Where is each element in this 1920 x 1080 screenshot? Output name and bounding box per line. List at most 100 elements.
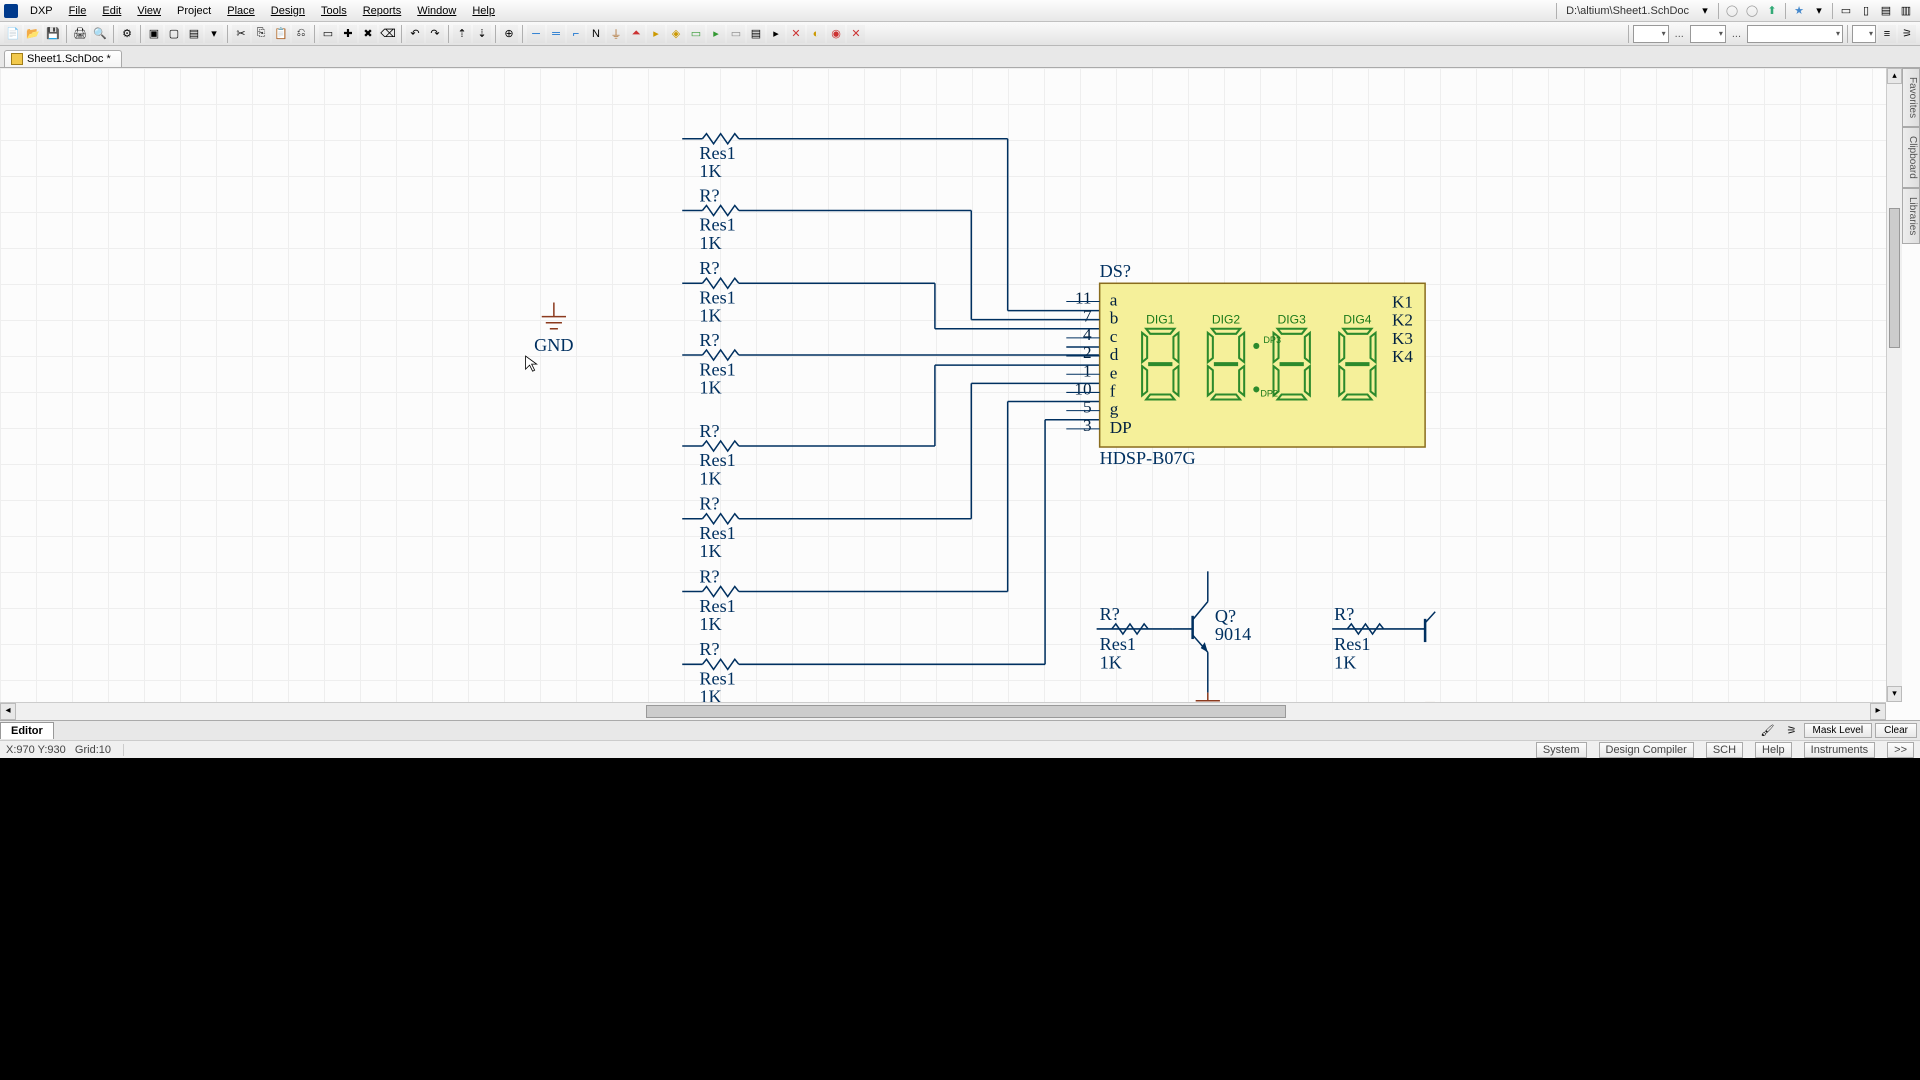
zoom-window-icon[interactable]: ▣ [145,25,163,43]
place-bus-icon[interactable]: ═ [547,25,565,43]
vertical-scrollbar[interactable]: ▴ ▾ [1886,68,1902,702]
hierarchy-down-icon[interactable]: ⇣ [473,25,491,43]
place-vcc-icon[interactable]: ⏶ [627,25,645,43]
place-noerc-icon[interactable]: ✕ [787,25,805,43]
wire-route-4[interactable] [971,383,1099,518]
transistor-q[interactable]: Q? 9014 [1172,571,1251,692]
undo-icon[interactable]: ↶ [406,25,424,43]
clear-button[interactable]: Clear [1875,723,1917,738]
layout-3-icon[interactable]: ▤ [1877,3,1895,19]
place-stop-icon[interactable]: ◉ [827,25,845,43]
menu-view[interactable]: View [129,3,169,19]
menu-reports[interactable]: Reports [355,3,410,19]
place-device-icon[interactable]: ▭ [727,25,745,43]
open-icon[interactable]: 📂 [24,25,42,43]
zoom-fit-icon[interactable]: ▢ [165,25,183,43]
browse-2-button[interactable]: ... [1728,28,1745,40]
tab-sheet1[interactable]: Sheet1.SchDoc * [4,50,122,67]
menu-tools[interactable]: Tools [313,3,355,19]
browse-1-button[interactable]: ... [1671,28,1688,40]
paste-icon[interactable]: 📋 [272,25,290,43]
zoom-select-icon[interactable]: ▤ [185,25,203,43]
menu-edit[interactable]: Edit [94,3,129,19]
gnd-symbol-floating[interactable]: GND [534,302,573,355]
resistor-base-2[interactable]: R? Res1 1K [1332,604,1435,673]
schematic-canvas[interactable]: GND Res11KR?Res11KR?Res11KR?Res11KR?Res1… [0,68,1920,720]
filter-icon-2[interactable]: ⚞ [1782,723,1802,739]
panel-tab-favorites[interactable]: Favorites [1902,68,1920,127]
resistor-5[interactable]: R?Res11K [682,494,971,562]
scroll-up-icon[interactable]: ▴ [1887,68,1902,84]
menu-project[interactable]: Project [169,3,219,19]
place-wire-icon[interactable]: ─ [527,25,545,43]
panel-tab-libraries[interactable]: Libraries [1902,188,1920,244]
place-sheet-icon[interactable]: ▭ [687,25,705,43]
layout-1-icon[interactable]: ▭ [1837,3,1855,19]
resistor-0[interactable]: Res11K [682,134,1007,181]
deselect-icon[interactable]: ✖ [359,25,377,43]
menu-file[interactable]: File [61,3,95,19]
print-icon[interactable]: 🖨 [71,25,89,43]
scroll-thumb-h[interactable] [646,705,1286,718]
menu-help[interactable]: Help [464,3,503,19]
mask-tool-icon[interactable]: 🖌 [1758,723,1778,739]
resistor-base-1[interactable]: R? Res1 1K [1097,604,1173,673]
layout-4-icon[interactable]: ▥ [1897,3,1915,19]
scroll-right-icon[interactable]: ▸ [1870,703,1886,720]
resistor-6[interactable]: R?Res11K [682,566,1007,634]
move-icon[interactable]: ✚ [339,25,357,43]
panel-system-button[interactable]: System [1536,742,1587,758]
combo-1[interactable]: ▾ [1633,25,1669,43]
save-icon[interactable]: 💾 [44,25,62,43]
place-part-icon[interactable]: ◈ [667,25,685,43]
nav-fwd-icon[interactable]: ◯ [1743,3,1761,19]
seven-segment-display[interactable]: DS? HDSP-B07G 11a7b4c2d1e10f5g3DP K1K2K3… [1066,261,1425,468]
scroll-down-icon[interactable]: ▾ [1887,686,1902,702]
menu-design[interactable]: Design [263,3,313,19]
filter-icon[interactable]: ⚞ [1898,25,1916,43]
combo-2[interactable]: ▾ [1690,25,1726,43]
redo-icon[interactable]: ↷ [426,25,444,43]
dropdown-icon[interactable]: ▾ [1696,3,1714,19]
menu-window[interactable]: Window [409,3,464,19]
place-sheetentry-icon[interactable]: ▸ [707,25,725,43]
wire-route-6[interactable] [1045,420,1100,665]
cross-probe-icon[interactable]: ⊕ [500,25,518,43]
panel-sch-button[interactable]: SCH [1706,742,1743,758]
place-gnd-icon[interactable]: ⏚ [607,25,625,43]
nav-back-icon[interactable]: ◯ [1723,3,1741,19]
place-misc-icon[interactable]: ◐ [807,25,825,43]
combo-4[interactable]: ▾ [1852,25,1876,43]
list-icon[interactable]: ≡ [1878,25,1896,43]
resistor-4[interactable]: R?Res11K [682,421,935,489]
favorites-icon[interactable]: ★ [1790,3,1808,19]
horizontal-scrollbar[interactable]: ◂ ▸ [0,702,1886,720]
close-icon[interactable]: ✕ [847,25,865,43]
compile-icon[interactable]: ⚙ [118,25,136,43]
resistor-1[interactable]: R?Res11K [682,185,971,253]
resistor-7[interactable]: R?Res11K [682,639,1045,707]
dropdown-2-icon[interactable]: ▾ [1810,3,1828,19]
nav-home-icon[interactable]: ⬆ [1763,3,1781,19]
wire-route-0[interactable] [1008,139,1100,311]
place-harness-entry-icon[interactable]: ▸ [767,25,785,43]
menu-place[interactable]: Place [219,3,263,19]
rubber-stamp-icon[interactable]: ⎌ [292,25,310,43]
menu-dxp[interactable]: DXP [22,3,61,19]
bottom-tab-editor[interactable]: Editor [0,722,54,739]
hierarchy-up-icon[interactable]: ⇡ [453,25,471,43]
combo-3[interactable]: ▾ [1747,25,1843,43]
clear-icon[interactable]: ⌫ [379,25,397,43]
place-signal-icon[interactable]: ⌐ [567,25,585,43]
panel-more-button[interactable]: >> [1887,742,1914,758]
layout-2-icon[interactable]: ▯ [1857,3,1875,19]
resistor-3[interactable]: R?Res11K [682,330,1099,398]
preview-icon[interactable]: 🔍 [91,25,109,43]
panel-instruments-button[interactable]: Instruments [1804,742,1875,758]
select-icon[interactable]: ▭ [319,25,337,43]
panel-tab-clipboard[interactable]: Clipboard [1902,127,1920,188]
scroll-thumb-v[interactable] [1889,208,1900,348]
place-port-icon[interactable]: ▸ [647,25,665,43]
panel-design-compiler-button[interactable]: Design Compiler [1599,742,1694,758]
resistor-2[interactable]: R?Res11K [682,258,935,326]
